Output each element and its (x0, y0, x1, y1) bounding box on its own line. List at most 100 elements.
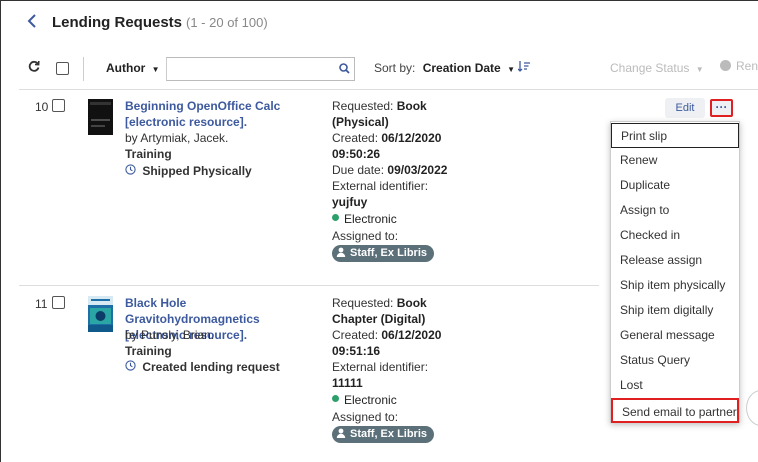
back-icon[interactable] (27, 13, 37, 29)
row-checkbox[interactable] (52, 296, 65, 309)
author-name: Punsly, Brian. (141, 328, 215, 342)
menu-item-checked-in[interactable]: Checked in (611, 223, 739, 248)
sort-order-icon[interactable] (517, 60, 530, 75)
external-id-line: 11111 (332, 375, 363, 391)
sort-by-control[interactable]: Sort by: Creation Date ▼ (374, 61, 515, 75)
format-line: Electronic (332, 211, 397, 227)
external-id-label: External identifier: (332, 360, 429, 374)
menu-item-renew[interactable]: Renew (611, 148, 739, 173)
status-line: Created lending request (125, 360, 280, 374)
assignee-pill[interactable]: Staff, Ex Libris (332, 245, 435, 262)
created-time-line: 09:50:26 (332, 146, 380, 162)
format-dot (332, 395, 339, 402)
requested-value: (Physical) (332, 115, 389, 129)
remove-action[interactable]: Ren (720, 59, 758, 73)
department: Training (125, 344, 172, 358)
select-all-checkbox[interactable] (56, 62, 69, 75)
assignee-name: Staff, Ex Libris (350, 428, 428, 440)
menu-item-status-query[interactable]: Status Query (611, 348, 739, 373)
book-cover-thumbnail (88, 296, 113, 332)
row-divider (19, 285, 599, 286)
clock-icon (125, 360, 139, 374)
toolbar-divider (83, 57, 84, 81)
assignee-name: Staff, Ex Libris (350, 247, 428, 259)
created-label: Created: (332, 328, 379, 342)
sort-by-label: Sort by: (374, 61, 416, 75)
refresh-icon[interactable] (28, 60, 40, 75)
row-number: 11 (35, 297, 48, 311)
menu-item-send-email-to-partner[interactable]: Send email to partner (611, 398, 739, 423)
search-input[interactable] (166, 57, 355, 81)
row-checkbox[interactable] (52, 99, 65, 112)
requested-line: Requested: Book (332, 98, 427, 114)
menu-item-general-message[interactable]: General message (611, 323, 739, 348)
author-name: Artymiak, Jacek. (140, 131, 229, 145)
requested-value: Chapter (Digital) (332, 312, 426, 326)
format-value: Electronic (344, 393, 397, 407)
menu-item-release-assign[interactable]: Release assign (611, 248, 739, 273)
status-text: Created lending request (142, 360, 280, 374)
department: Training (125, 147, 172, 161)
assignee-pill[interactable]: Staff, Ex Libris (332, 426, 435, 443)
menu-item-duplicate[interactable]: Duplicate (611, 173, 739, 198)
clock-icon (125, 164, 139, 178)
external-id-label: External identifier: (332, 179, 429, 193)
created-label: Created: (332, 131, 379, 145)
format-dot (332, 214, 339, 221)
row-number: 10 (35, 100, 49, 114)
page-title-text: Lending Requests (52, 14, 183, 31)
caret-down-icon: ▼ (507, 65, 515, 74)
requested-line-2: Chapter (Digital) (332, 311, 425, 327)
author-filter-dropdown[interactable]: Author ▼ (106, 61, 160, 75)
item-title-line: [electronic resource]. (125, 115, 248, 129)
assigned-label: Assigned to: (332, 229, 399, 243)
sort-by-value: Creation Date (422, 61, 501, 75)
format-line: Electronic (332, 392, 397, 408)
person-icon (336, 246, 346, 257)
item-title-link[interactable]: Beginning OpenOffice Calc [electronic re… (125, 98, 315, 130)
created-date: 06/12/2020 (381, 131, 442, 145)
requested-label: Requested: (332, 99, 394, 113)
author-filter-label: Author (106, 61, 146, 75)
change-status-label: Change Status (610, 61, 690, 75)
created-line: Created: 06/12/2020 (332, 130, 441, 146)
page-title: Lending Requests (1 - 20 of 100) (52, 14, 268, 31)
due-label: Due date: (332, 163, 385, 177)
created-line: Created: 06/12/2020 (332, 327, 441, 343)
requested-line-2: (Physical) (332, 114, 389, 130)
created-time: 09:50:26 (332, 147, 381, 161)
requested-label: Requested: (332, 296, 394, 310)
menu-item-print-slip[interactable]: Print slip (611, 123, 739, 148)
side-panel-toggle[interactable] (746, 390, 758, 426)
menu-item-lost[interactable]: Lost (611, 373, 739, 398)
assigned-label: Assigned to: (332, 410, 399, 424)
person-icon (336, 427, 346, 438)
created-time-line: 09:51:16 (332, 343, 380, 359)
menu-item-ship-item-physically[interactable]: Ship item physically (611, 273, 739, 298)
menu-item-ship-item-digitally[interactable]: Ship item digitally (611, 298, 739, 323)
external-id: yujfuy (332, 195, 368, 209)
caret-down-icon: ▼ (695, 65, 704, 74)
minus-circle-icon (720, 60, 731, 71)
search-icon[interactable] (339, 63, 350, 74)
author-line: by Artymiak, Jacek. (125, 130, 228, 146)
item-title-line: Beginning OpenOffice Calc (125, 99, 281, 113)
edit-button[interactable]: Edit (665, 98, 705, 118)
row-divider (19, 89, 758, 90)
external-id-line: yujfuy (332, 194, 367, 210)
external-id: 11111 (332, 376, 363, 390)
due-date: 09/03/2022 (387, 163, 448, 177)
format-value: Electronic (344, 212, 397, 226)
status-line: Shipped Physically (125, 164, 252, 178)
by-label: by (125, 328, 138, 342)
due-date-line: Due date: 09/03/2022 (332, 162, 447, 178)
remove-action-label: Ren (736, 59, 758, 73)
requested-value: Book (396, 296, 427, 310)
created-date: 06/12/2020 (381, 328, 442, 342)
more-actions-button[interactable]: ··· (710, 99, 733, 117)
lending-requests-page: Lending Requests (1 - 20 of 100) Author ▼… (0, 0, 758, 462)
menu-item-assign-to[interactable]: Assign to (611, 198, 739, 223)
book-cover-thumbnail (88, 99, 113, 135)
change-status-dropdown[interactable]: Change Status ▼ (610, 61, 704, 75)
created-time: 09:51:16 (332, 344, 381, 358)
